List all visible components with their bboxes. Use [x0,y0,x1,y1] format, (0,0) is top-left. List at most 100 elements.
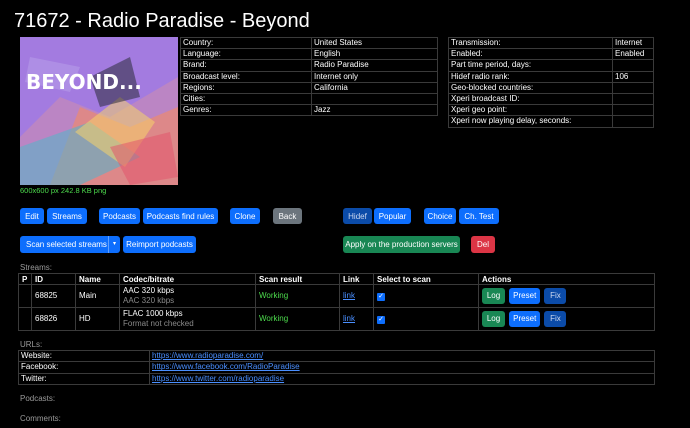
actions-cell: Log Preset Fix [478,284,655,308]
actions-cell: Log Preset Fix [478,307,655,331]
detail-row-xperi-broadcast-id: Xperi broadcast ID: [448,92,654,106]
streams-header-row: P ID Name Codec/bitrate Scan result Link… [18,273,655,285]
scan-result: Working [255,307,340,331]
stream-link[interactable]: link [343,291,355,300]
table-row: 68825 Main AAC 320 kbps AAC 320 kbps Work… [18,284,655,308]
delete-button[interactable]: Del [471,236,495,253]
url-label: Website: [18,349,150,363]
codec-detected: AAC 320 kbps [123,296,175,305]
link-cell: link [339,284,374,308]
fix-button[interactable]: Fix [544,311,567,327]
detail-row-regions: Regions: California [180,81,438,94]
detail-value: Internet only [311,70,438,83]
priority-cell [18,307,32,331]
detail-value: California [311,81,438,94]
detail-row-brand: Brand: Radio Paradise [180,59,438,72]
detail-row-country: Country: United States [180,36,438,50]
log-button[interactable]: Log [482,311,505,327]
codec-detected: Format not checked [123,319,194,328]
facebook-link[interactable]: https://www.facebook.com/RadioParadise [152,362,300,371]
scan-selected-streams-label: Scan selected streams [26,240,107,249]
detail-value: Radio Paradise [311,59,438,72]
url-row-website: Website: https://www.radioparadise.com/ [18,349,655,363]
detail-label: Country: [180,36,312,50]
back-button[interactable]: Back [273,208,302,224]
detail-label: Genres: [180,104,312,117]
column-header: Scan result [255,273,340,285]
detail-label: Broadcast level: [180,70,312,83]
comments-section-label: Comments: [20,414,61,423]
select-to-scan-checkbox[interactable]: ✓ [377,316,385,324]
column-header: Actions [478,273,655,285]
log-button[interactable]: Log [482,288,505,304]
detail-value [612,115,654,128]
podcasts-button[interactable]: Podcasts [99,208,140,224]
column-header: Codec/bitrate [119,273,256,285]
streams-button[interactable]: Streams [47,208,87,224]
detail-label: Part time period, days: [448,59,613,72]
image-info-caption: 600x600 px 242.8 KB png [20,186,107,195]
hidef-button[interactable]: Hidef [343,208,372,224]
stream-codec-cell: FLAC 1000 kbps Format not checked [119,307,256,331]
detail-value [612,92,654,106]
popular-button[interactable]: Popular [374,208,411,224]
detail-value: English [311,48,438,61]
chevron-down-icon[interactable]: ▾ [108,236,120,253]
url-value-cell: https://www.radioparadise.com/ [149,349,655,363]
twitter-link[interactable]: https://www.twitter.com/radioparadise [152,374,284,383]
link-cell: link [339,307,374,331]
column-header: Link [339,273,374,285]
scan-selected-streams-button[interactable]: Scan selected streams ▾ [20,236,120,253]
select-cell: ✓ [373,284,479,308]
detail-label: Transmission: [448,36,613,50]
stream-codec-cell: AAC 320 kbps AAC 320 kbps [119,284,256,308]
reimport-podcasts-button[interactable]: Reimport podcasts [123,236,196,253]
url-row-facebook: Facebook: https://www.facebook.com/RadioP… [18,361,655,374]
detail-label: Xperi now playing delay, seconds: [448,115,613,128]
table-row: 68826 HD FLAC 1000 kbps Format not checke… [18,307,655,331]
fix-button[interactable]: Fix [544,288,567,304]
page-title: 71672 - Radio Paradise - Beyond [14,10,310,32]
edit-button[interactable]: Edit [20,208,44,224]
column-header: ID [31,273,76,285]
detail-value [311,92,438,106]
ch-test-button[interactable]: Ch. Test [459,208,499,224]
priority-cell [18,284,32,308]
detail-value: Jazz [311,104,438,117]
select-to-scan-checkbox[interactable]: ✓ [377,293,385,301]
detail-row-genres: Genres: Jazz [180,104,438,117]
podcasts-find-rules-button[interactable]: Podcasts find rules [143,208,218,224]
station-details-table: Country: United States Language: English B… [180,36,438,117]
station-logo-image: BEYOND... [20,37,178,185]
detail-row-geo-blocked: Geo-blocked countries: [448,81,654,94]
apply-production-button[interactable]: Apply on the production servers [343,236,460,253]
stream-name: HD [75,307,120,331]
url-value-cell: https://www.facebook.com/RadioParadise [149,361,655,374]
streams-table: P ID Name Codec/bitrate Scan result Link… [18,273,655,331]
detail-row-hidef-rank: Hidef radio rank: 106 [448,70,654,83]
detail-label: Xperi broadcast ID: [448,92,613,106]
detail-value: 106 [612,70,654,83]
detail-row-enabled: Enabled: Enabled [448,48,654,61]
detail-label: Xperi geo point: [448,104,613,117]
detail-label: Regions: [180,81,312,94]
detail-row-cities: Cities: [180,92,438,106]
stream-link[interactable]: link [343,314,355,323]
detail-row-xperi-delay: Xperi now playing delay, seconds: [448,115,654,128]
stream-id: 68825 [31,284,76,308]
clone-button[interactable]: Clone [230,208,260,224]
preset-button[interactable]: Preset [509,311,541,327]
column-header: P [18,273,32,285]
website-link[interactable]: https://www.radioparadise.com/ [152,351,263,360]
detail-label: Hidef radio rank: [448,70,613,83]
preset-button[interactable]: Preset [509,288,541,304]
url-label: Twitter: [18,372,150,385]
logo-wordmark: BEYOND... [26,70,142,94]
transmission-details-table: Transmission: Internet Enabled: Enabled Pa… [448,36,654,128]
detail-row-transmission: Transmission: Internet [448,36,654,50]
detail-value: Enabled [612,48,654,61]
stream-name: Main [75,284,120,308]
detail-label: Language: [180,48,312,61]
urls-table: Website: https://www.radioparadise.com/ F… [18,349,655,385]
choice-button[interactable]: Choice [424,208,456,224]
